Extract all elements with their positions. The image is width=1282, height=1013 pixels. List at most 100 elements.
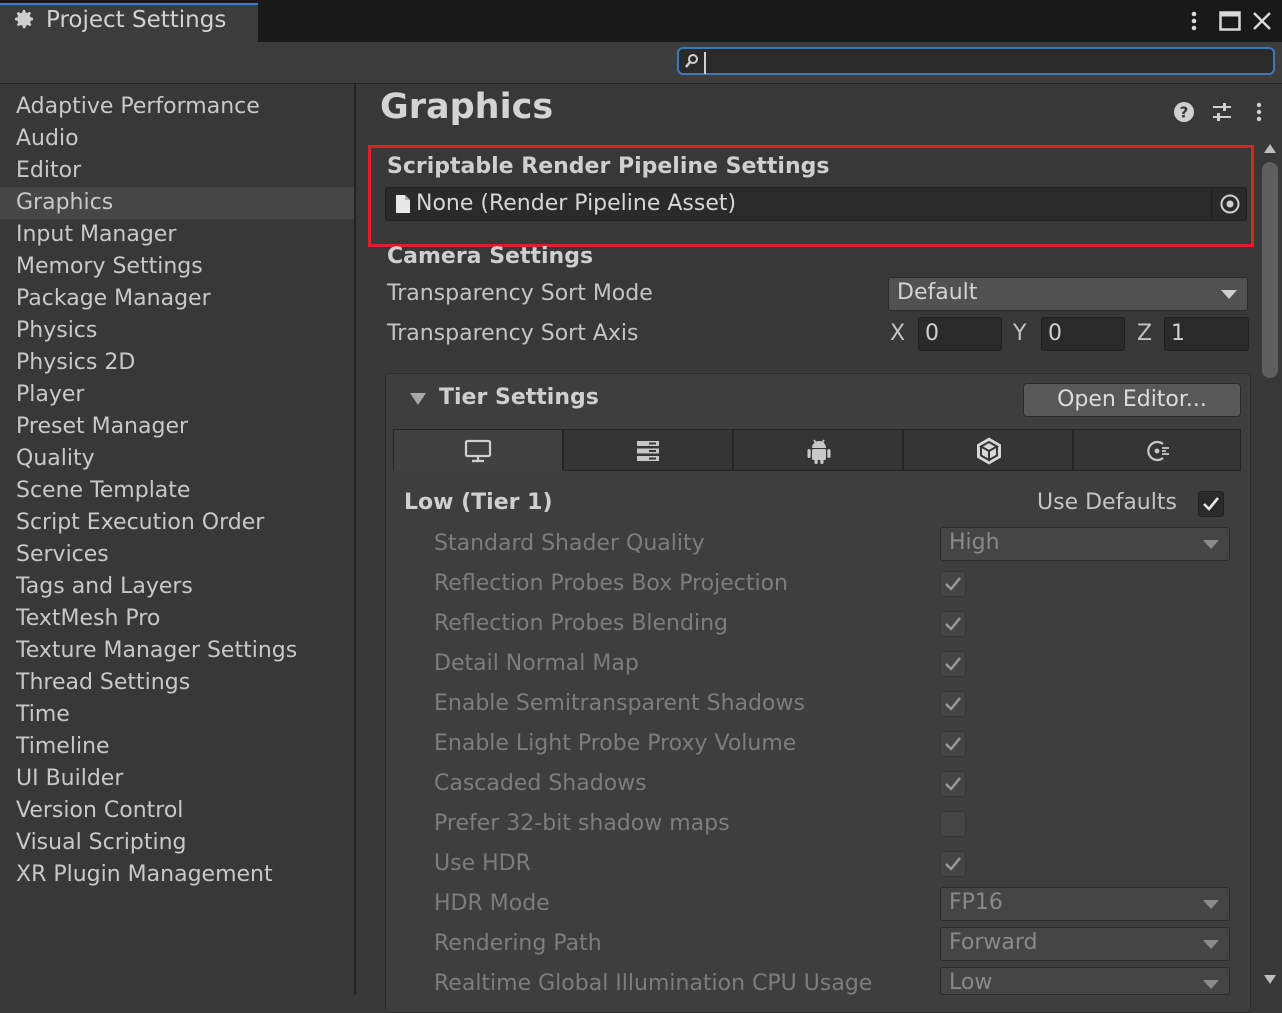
sidebar-item-quality[interactable]: Quality [0,443,354,475]
axis-x-label[interactable]: X [890,321,905,346]
monitor-icon [464,439,492,463]
scroll-down-icon[interactable] [1263,974,1277,986]
chevron-down-icon [1203,940,1219,949]
checkmark-icon [945,697,961,711]
scroll-up-icon[interactable] [1263,142,1277,154]
sort-mode-value: Default [897,280,978,305]
checkmark-icon [945,577,961,591]
sidebar-item-adaptive-performance[interactable]: Adaptive Performance [0,91,354,123]
sidebar-item-graphics[interactable]: Graphics [0,187,354,219]
sidebar-item-texture-manager-settings[interactable]: Texture Manager Settings [0,635,354,667]
axis-z-field[interactable]: 1 [1164,317,1249,351]
sidebar-item-ui-builder[interactable]: UI Builder [0,763,354,795]
camera-section-title: Camera Settings [387,244,594,269]
search-input[interactable] [677,47,1275,75]
sidebar-item-preset-manager[interactable]: Preset Manager [0,411,354,443]
axis-z-label[interactable]: Z [1137,321,1152,346]
sidebar-item-input-manager[interactable]: Input Manager [0,219,354,251]
chevron-down-icon [1221,290,1237,299]
window-title: Project Settings [46,7,227,33]
sidebar-item-editor[interactable]: Editor [0,155,354,187]
hdr-mode-dropdown: FP16 [940,887,1230,921]
more-vert-icon[interactable] [1252,101,1266,123]
setting-checkbox [940,691,966,717]
platform-tab-bar [393,429,1241,471]
more-vert-icon[interactable] [1186,10,1202,32]
svg-text:?: ? [1180,104,1189,122]
setting-label: Realtime Global Illumination CPU Usage [434,971,873,996]
sidebar-item-player[interactable]: Player [0,379,354,411]
gear-icon [15,10,33,29]
checkmark-icon [945,657,961,671]
sidebar-item-physics-2d[interactable]: Physics 2D [0,347,354,379]
sidebar-item-audio[interactable]: Audio [0,123,354,155]
setting-checkbox [940,651,966,677]
axis-y-field[interactable]: 0 [1041,317,1125,351]
sort-mode-dropdown[interactable]: Default [888,277,1248,311]
dropdown-value: Low [949,970,993,995]
tab-android[interactable] [733,429,903,471]
open-editor-button[interactable]: Open Editor... [1023,383,1241,417]
tab-webgl[interactable] [903,429,1073,471]
settings-sidebar: Adaptive Performance Audio Editor Graphi… [0,84,356,995]
setting-checkbox [940,851,966,877]
sidebar-item-thread-settings[interactable]: Thread Settings [0,667,354,699]
chevron-down-icon [1203,540,1219,549]
axis-x-field[interactable]: 0 [918,317,1002,351]
sidebar-item-tags-and-layers[interactable]: Tags and Layers [0,571,354,603]
setting-label: Enable Light Probe Proxy Volume [434,731,797,756]
tab-standalone[interactable] [393,429,563,471]
sidebar-item-memory-settings[interactable]: Memory Settings [0,251,354,283]
embedded-linux-icon [1147,440,1169,462]
close-icon[interactable] [1252,11,1272,31]
sidebar-item-version-control[interactable]: Version Control [0,795,354,827]
setting-label: Standard Shader Quality [434,531,705,556]
tab-embedded-linux[interactable] [1073,429,1241,471]
setting-label: Rendering Path [434,931,602,956]
use-defaults-checkbox[interactable] [1198,491,1224,517]
maximize-icon[interactable] [1219,11,1241,31]
tier-settings-title[interactable]: Tier Settings [439,385,599,410]
foldout-triangle-icon[interactable] [409,392,427,406]
chevron-down-icon [1203,980,1219,989]
sidebar-item-visual-scripting[interactable]: Visual Scripting [0,827,354,859]
dropdown-value: Forward [949,930,1038,955]
sidebar-item-services[interactable]: Services [0,539,354,571]
help-icon[interactable]: ? [1173,101,1195,123]
scrollbar-thumb[interactable] [1262,162,1278,378]
sort-mode-label: Transparency Sort Mode [387,281,653,306]
axis-y-label[interactable]: Y [1013,321,1026,346]
android-icon [807,439,831,464]
setting-label: Reflection Probes Box Projection [434,571,788,596]
setting-label: Detail Normal Map [434,651,639,676]
tab-dedicated-server[interactable] [563,429,733,471]
sidebar-item-package-manager[interactable]: Package Manager [0,283,354,315]
sidebar-item-physics[interactable]: Physics [0,315,354,347]
sidebar-item-time[interactable]: Time [0,699,354,731]
sidebar-item-script-execution-order[interactable]: Script Execution Order [0,507,354,539]
sidebar-item-textmesh-pro[interactable]: TextMesh Pro [0,603,354,635]
setting-checkbox [940,811,966,837]
setting-label: Prefer 32-bit shadow maps [434,811,730,836]
sort-axis-label: Transparency Sort Axis [387,321,639,346]
preset-sliders-icon[interactable] [1211,101,1233,123]
checkmark-icon [1203,497,1220,511]
setting-label: HDR Mode [434,891,550,916]
checkmark-icon [945,737,961,751]
setting-label: Reflection Probes Blending [434,611,728,636]
dropdown-value: High [949,530,1000,555]
use-defaults-label: Use Defaults [1037,490,1177,515]
tier-name: Low (Tier 1) [404,490,553,515]
sidebar-item-xr-plugin-management[interactable]: XR Plugin Management [0,859,354,891]
sidebar-item-timeline[interactable]: Timeline [0,731,354,763]
server-icon [637,441,659,461]
chevron-down-icon [1203,900,1219,909]
checkmark-icon [945,617,961,631]
setting-checkbox [940,731,966,757]
text-caret [704,52,706,74]
setting-checkbox [940,771,966,797]
setting-checkbox [940,611,966,637]
search-icon [685,54,698,68]
gi-cpu-usage-dropdown: Low [940,967,1230,995]
sidebar-item-scene-template[interactable]: Scene Template [0,475,354,507]
